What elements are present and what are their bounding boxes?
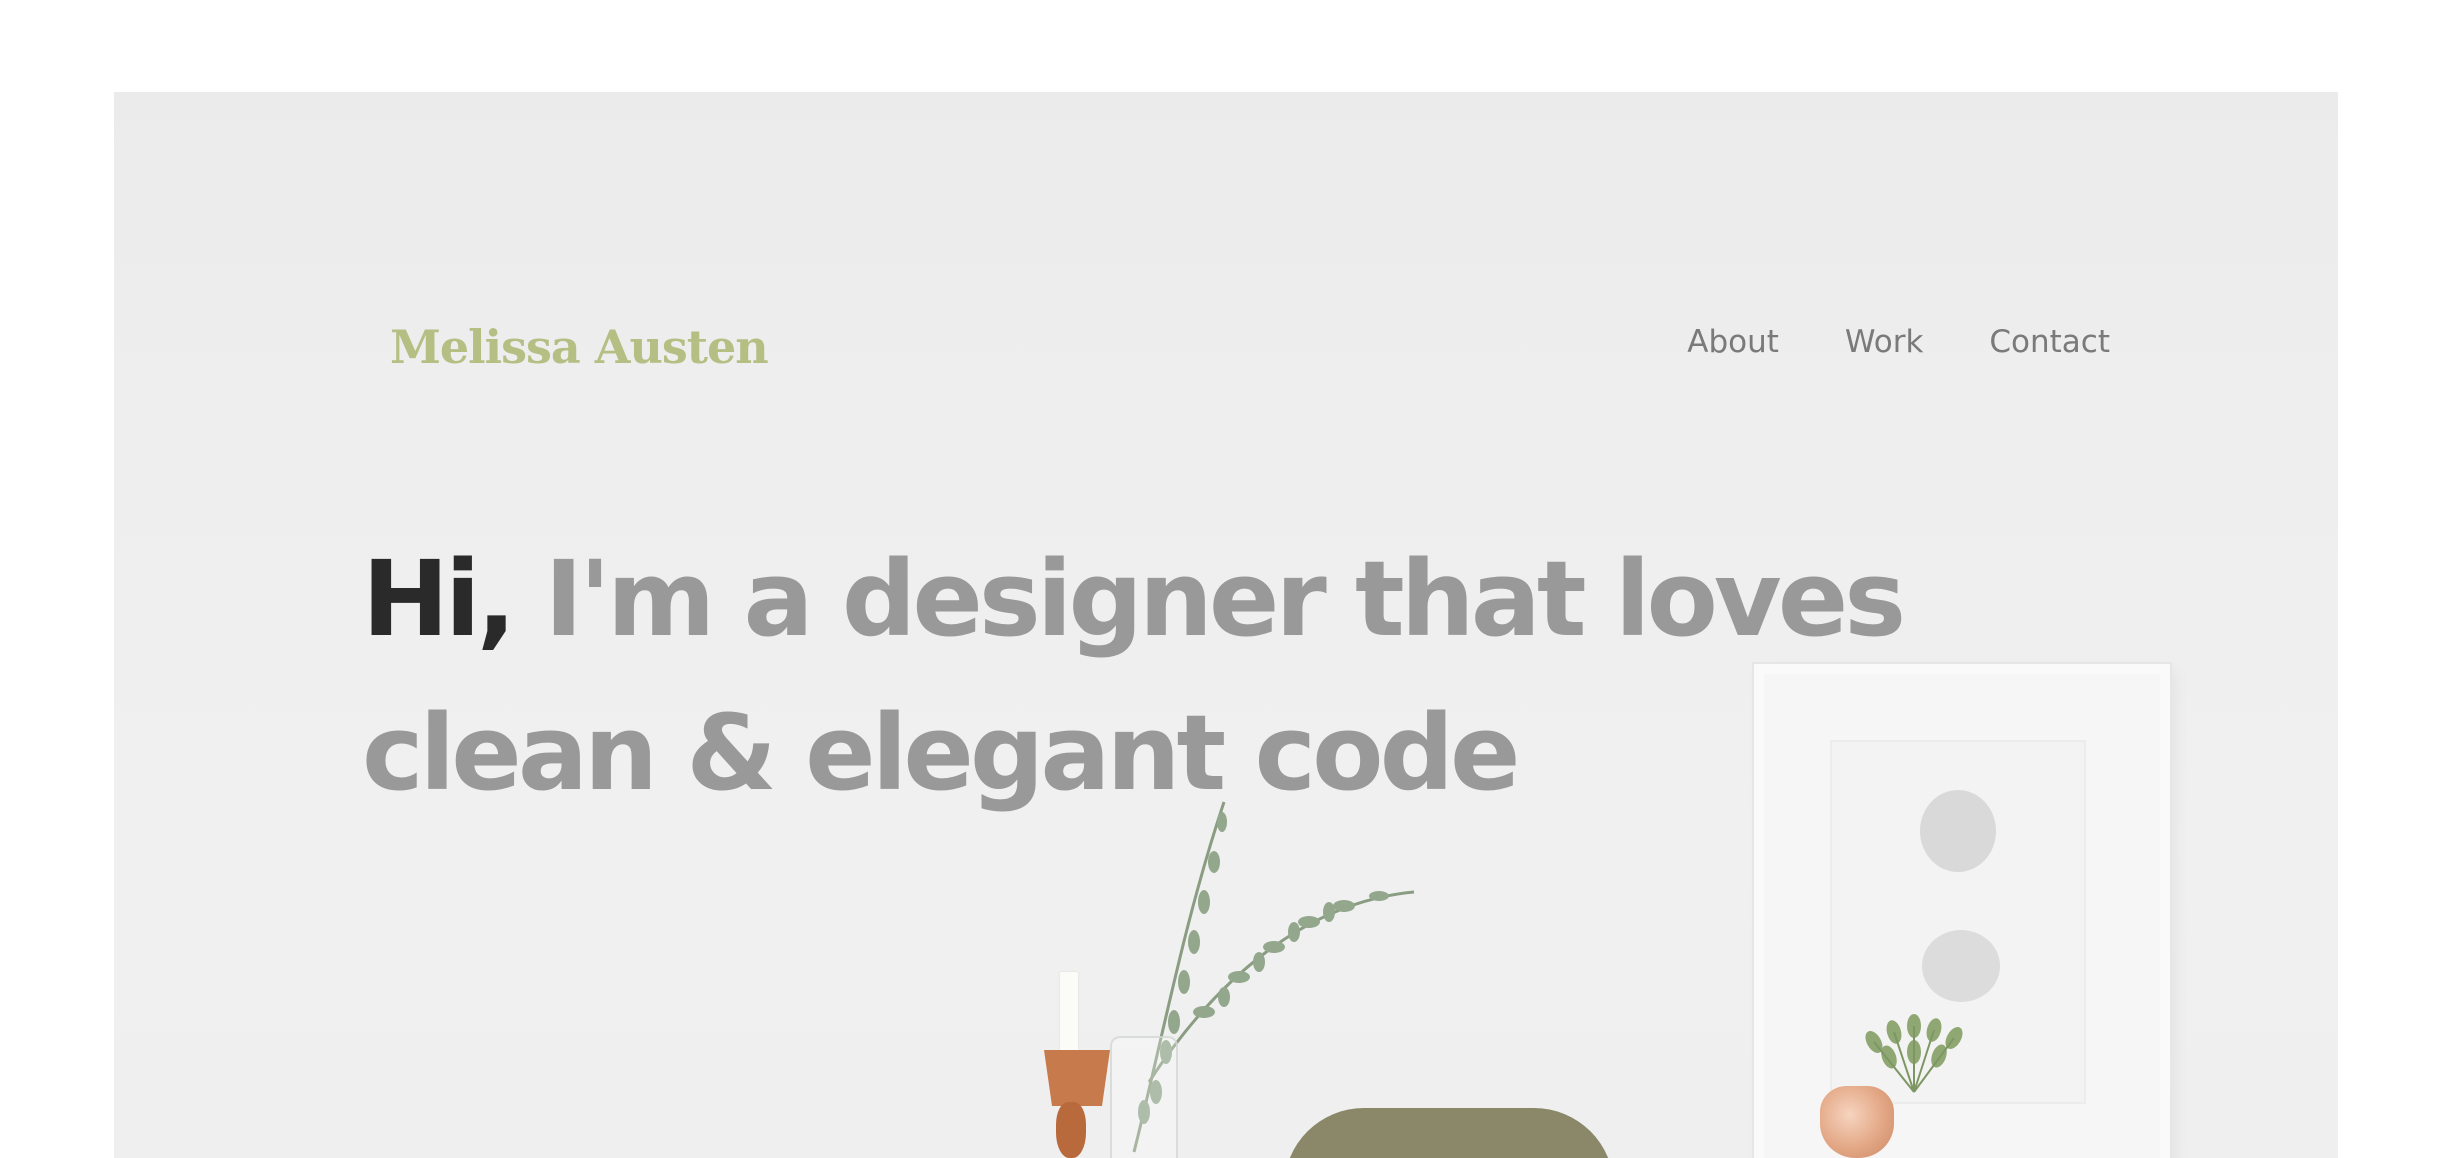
hero-section: Melissa Austen About Work Contact Hi, I'… (114, 92, 2338, 1158)
nav-about[interactable]: About (1687, 324, 1779, 360)
nav-work[interactable]: Work (1845, 324, 1924, 360)
copper-pot (1820, 1086, 1894, 1158)
brand-logo[interactable]: Melissa Austen (390, 320, 769, 374)
hero-greeting: Hi, (362, 538, 516, 660)
candle-holder-base (1056, 1102, 1086, 1158)
chair-back (1284, 1108, 1614, 1158)
hero-tagline: I'm a designer that loves clean & elegan… (362, 538, 1906, 814)
hero-headline: Hi, I'm a designer that loves clean & el… (362, 522, 2062, 830)
candle-holder (1044, 1050, 1110, 1106)
nav-contact[interactable]: Contact (1989, 324, 2110, 360)
main-nav: About Work Contact (1687, 324, 2110, 360)
glass-vase (1110, 1036, 1178, 1158)
artwork-circle (1922, 930, 2000, 1002)
candle (1060, 972, 1078, 1052)
